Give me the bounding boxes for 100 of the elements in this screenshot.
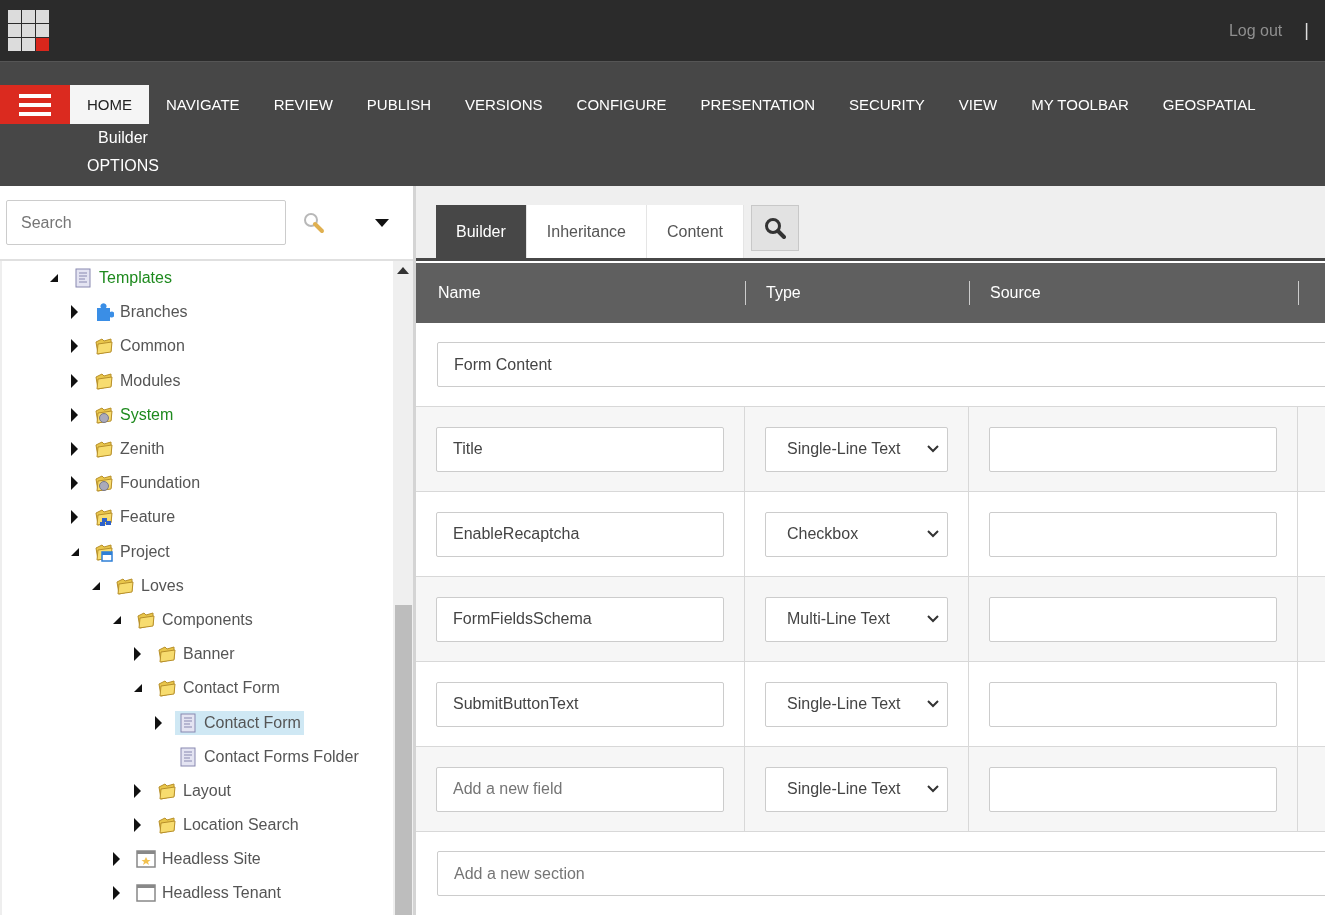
ribbon-tab[interactable]: PUBLISH — [349, 85, 448, 124]
tree-item[interactable]: Modules — [91, 368, 184, 393]
tree-item[interactable]: Zenith — [91, 437, 168, 462]
field-name-input[interactable]: SubmitButtonText — [436, 681, 724, 727]
expand-arrow-icon[interactable] — [70, 476, 78, 491]
expand-arrow-icon[interactable] — [70, 407, 78, 422]
tree-item[interactable]: Foundation — [91, 471, 204, 496]
type-dropdown[interactable]: Single-Line Text — [765, 681, 948, 727]
ribbon-tab[interactable]: VIEW — [941, 85, 1015, 124]
editor-tab[interactable]: Inheritance — [526, 205, 647, 258]
collapse-arrow-icon[interactable] — [70, 546, 80, 557]
type-dropdown[interactable]: Single-Line Text — [765, 426, 948, 472]
expand-arrow-icon[interactable] — [133, 647, 141, 662]
expand-arrow-icon[interactable] — [70, 510, 78, 525]
folder-blocks-icon — [94, 507, 114, 528]
window-icon — [136, 883, 156, 904]
section-name-field[interactable]: Form Content — [437, 342, 1325, 387]
source-input[interactable] — [989, 426, 1277, 472]
source-input[interactable] — [989, 596, 1277, 642]
ribbon-tab[interactable]: NAVIGATE — [149, 85, 257, 124]
search-field[interactable]: Search — [6, 200, 286, 245]
collapse-arrow-icon[interactable] — [49, 273, 59, 284]
expand-arrow-icon[interactable] — [154, 715, 162, 730]
source-input[interactable] — [989, 766, 1277, 812]
expand-arrow-icon[interactable] — [133, 783, 141, 798]
expand-arrow-icon[interactable] — [70, 442, 78, 457]
column-header[interactable]: Name — [438, 284, 481, 302]
source-input[interactable] — [989, 681, 1277, 727]
column-header[interactable]: Source — [990, 284, 1041, 302]
field-name-input[interactable]: EnableRecaptcha — [436, 511, 724, 557]
type-dropdown[interactable]: Multi-Line Text — [765, 596, 948, 642]
template-icon — [73, 268, 93, 289]
ribbon-tab[interactable]: CONFIGURE — [559, 85, 684, 124]
ribbon-tab[interactable]: REVIEW — [256, 85, 350, 124]
scrollbar[interactable] — [393, 261, 413, 915]
section-name-field[interactable]: Add a new section — [437, 851, 1325, 896]
tree-item[interactable]: Layout — [154, 778, 235, 803]
ribbon-tab[interactable]: SECURITY — [832, 85, 942, 124]
folder-icon — [94, 439, 114, 460]
ribbon-tab[interactable]: VERSIONS — [448, 85, 560, 124]
source-input[interactable] — [989, 511, 1277, 557]
search-icon — [764, 217, 787, 239]
field-name-input[interactable]: FormFieldsSchema — [436, 596, 724, 642]
folder-icon — [157, 815, 177, 836]
expand-arrow-icon[interactable] — [112, 852, 120, 867]
ribbon-tab[interactable]: MY TOOLBAR — [1014, 85, 1146, 124]
scroll-up-icon[interactable] — [397, 267, 409, 274]
logo-icon[interactable] — [7, 8, 51, 53]
tree-item[interactable]: Contact Form — [154, 676, 283, 701]
tree-item[interactable]: Feature — [91, 505, 179, 530]
tree-item[interactable]: Project — [91, 539, 173, 564]
tree-item[interactable]: Headless Tenant — [133, 881, 284, 906]
field-name-input[interactable]: Add a new field — [436, 766, 724, 812]
site-window-icon — [136, 849, 156, 870]
tree-item[interactable]: Contact Form — [175, 710, 304, 735]
ribbon-tab[interactable]: HOME — [70, 85, 149, 124]
type-dropdown[interactable]: Checkbox — [765, 511, 948, 557]
tree-item[interactable]: Headless Site — [133, 847, 264, 872]
expand-arrow-icon[interactable] — [70, 305, 78, 320]
tree-item[interactable]: Contact Forms Folder — [175, 744, 362, 769]
logout-link[interactable]: Log out — [1228, 21, 1283, 40]
tree-item[interactable]: Components — [133, 607, 256, 632]
tree-item[interactable]: Loves — [112, 573, 187, 598]
chevron-down-icon — [927, 445, 939, 453]
dropdown-caret-icon[interactable] — [375, 218, 389, 227]
ribbon-tab[interactable]: GEOSPATIAL — [1145, 85, 1273, 124]
collapse-arrow-icon[interactable] — [133, 683, 143, 694]
chevron-down-icon — [927, 615, 939, 623]
expand-arrow-icon[interactable] — [70, 339, 78, 354]
search-button[interactable] — [751, 205, 800, 251]
tree-item[interactable]: System — [91, 402, 177, 427]
expand-arrow-icon[interactable] — [70, 373, 78, 388]
column-header[interactable]: Type — [766, 284, 801, 302]
tree-item[interactable]: Location Search — [154, 813, 302, 838]
ribbon-group-label: Builder — [98, 128, 148, 148]
puzzle-icon — [94, 302, 114, 323]
collapse-arrow-icon[interactable] — [91, 580, 101, 591]
tree-item[interactable]: Branches — [91, 300, 191, 325]
type-dropdown[interactable]: Single-Line Text — [765, 766, 948, 812]
expand-arrow-icon[interactable] — [133, 818, 141, 833]
ribbon-tab[interactable]: PRESENTATION — [683, 85, 832, 124]
tree-item[interactable]: Templates — [70, 266, 175, 291]
folder-icon — [94, 336, 114, 357]
folder-icon — [136, 609, 156, 630]
editor-tab[interactable]: Builder — [436, 205, 527, 258]
editor-tab[interactable]: Content — [647, 205, 745, 258]
expand-arrow-icon[interactable] — [112, 886, 120, 901]
folder-icon — [157, 678, 177, 699]
folder-icon — [157, 644, 177, 665]
chevron-down-icon — [927, 785, 939, 793]
field-name-input[interactable]: Title — [436, 426, 724, 472]
menu-icon — [19, 93, 51, 116]
tree-item[interactable]: Common — [91, 334, 188, 359]
folder-icon — [115, 575, 135, 596]
tree-item[interactable]: Banner — [154, 642, 238, 667]
template-icon — [178, 746, 198, 767]
menu-button[interactable] — [0, 85, 70, 124]
folder-window-icon — [94, 541, 114, 562]
collapse-arrow-icon[interactable] — [112, 614, 122, 625]
scroll-thumb[interactable] — [394, 605, 412, 915]
